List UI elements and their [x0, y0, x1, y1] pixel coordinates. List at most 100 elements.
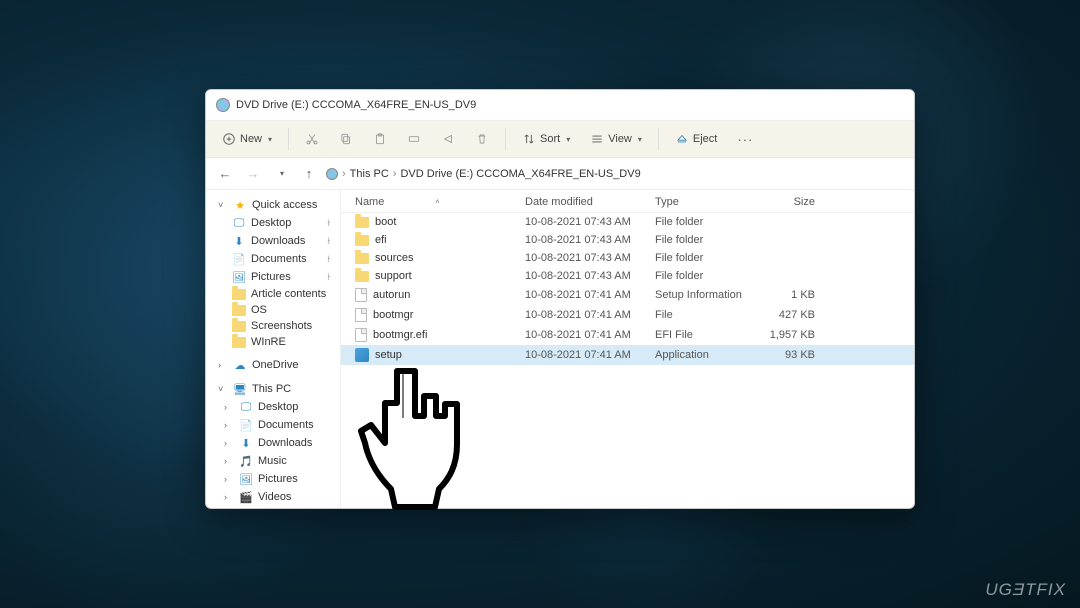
breadcrumb[interactable]: › This PC › DVD Drive (E:) CCCOMA_X64FRE…: [326, 168, 641, 180]
toolbar: New ▾ Sort ▾ View ▾ Eject ···: [206, 120, 914, 158]
sidebar-item-label: Music: [258, 455, 287, 467]
separator: [505, 128, 506, 150]
pin-icon: ⟊: [327, 254, 330, 265]
file-row[interactable]: sources 10-08-2021 07:43 AMFile folder: [341, 249, 914, 267]
file-size: 93 KB: [755, 349, 815, 361]
file-type: Setup Information: [655, 289, 755, 301]
sidebar-item[interactable]: 🖼Pictures⟊: [210, 268, 336, 286]
sidebar-item-label: Videos: [258, 491, 291, 503]
forward-button[interactable]: →: [242, 163, 264, 185]
file-type: File folder: [655, 234, 755, 246]
new-button[interactable]: New ▾: [214, 128, 280, 150]
sidebar-item[interactable]: 📄Documents⟊: [210, 250, 336, 268]
sidebar-item[interactable]: › 🖼 Pictures: [210, 470, 336, 488]
eject-button[interactable]: Eject: [667, 128, 725, 150]
chevron-down-icon: ▾: [638, 135, 642, 144]
sidebar-this-pc[interactable]: ˅ 🖥 This PC: [210, 380, 336, 398]
file-type: File: [655, 309, 755, 321]
downloads-icon: ⬇: [232, 234, 246, 248]
pin-icon: ⟊: [327, 218, 330, 229]
file-date: 10-08-2021 07:41 AM: [525, 349, 655, 361]
file-type: File folder: [655, 252, 755, 264]
pin-icon: ⟊: [327, 236, 330, 247]
recent-button[interactable]: ▾: [270, 163, 292, 185]
sidebar-quick-access[interactable]: ˅ ★ Quick access: [210, 196, 336, 214]
file-row[interactable]: efi10-08-2021 07:43 AMFile folder: [341, 231, 914, 249]
copy-icon: [339, 132, 353, 146]
file-row[interactable]: boot10-08-2021 07:43 AMFile folder: [341, 213, 914, 231]
chevron-down-icon: ▾: [268, 135, 272, 144]
chevron-right-icon: ›: [224, 402, 234, 412]
file-type: Application: [655, 349, 755, 361]
sidebar-item[interactable]: ›🖴Local Disk (C:): [210, 506, 336, 508]
sidebar-item[interactable]: ⬇Downloads⟊: [210, 232, 336, 250]
chevron-right-icon: ›: [224, 492, 234, 502]
disc-icon: [216, 98, 230, 112]
file-row[interactable]: setup10-08-2021 07:41 AMApplication93 KB: [341, 345, 914, 365]
window-title: DVD Drive (E:) CCCOMA_X64FRE_EN-US_DV9: [236, 99, 476, 111]
cut-icon: [305, 132, 319, 146]
copy-button[interactable]: [331, 128, 361, 150]
separator: [658, 128, 659, 150]
chevron-right-icon: ›: [224, 474, 234, 484]
column-name[interactable]: Name: [355, 196, 384, 208]
sidebar-item[interactable]: Screenshots: [210, 318, 336, 334]
sort-button[interactable]: Sort ▾: [514, 128, 578, 150]
sidebar-item-label: WInRE: [251, 336, 286, 348]
up-button[interactable]: ↑: [298, 163, 320, 185]
sort-icon: [522, 132, 536, 146]
sidebar-item[interactable]: ›🎬Videos: [210, 488, 336, 506]
titlebar[interactable]: DVD Drive (E:) CCCOMA_X64FRE_EN-US_DV9: [206, 90, 914, 120]
chevron-down-icon: ˅: [218, 384, 228, 394]
column-type[interactable]: Type: [655, 196, 755, 208]
sidebar-item-label: Desktop: [251, 217, 291, 229]
chevron-right-icon: ›: [224, 438, 234, 448]
file-row[interactable]: bootmgr10-08-2021 07:41 AMFile427 KB: [341, 305, 914, 325]
sidebar-item[interactable]: Article contents: [210, 286, 336, 302]
folder-icon: [232, 289, 246, 300]
sidebar-item[interactable]: ›⬇Downloads: [210, 434, 336, 452]
file-type: File folder: [655, 270, 755, 282]
file-row[interactable]: support10-08-2021 07:43 AMFile folder: [341, 267, 914, 285]
pc-icon: 🖥: [233, 382, 247, 396]
sidebar-item[interactable]: OS: [210, 302, 336, 318]
file-date: 10-08-2021 07:41 AM: [525, 309, 655, 321]
file-date: 10-08-2021 07:43 AM: [525, 252, 655, 264]
pin-icon: ⟊: [327, 272, 330, 283]
more-button[interactable]: ···: [729, 128, 761, 151]
column-headers[interactable]: Name ˄ Date modified Type Size: [341, 190, 914, 213]
sidebar-item[interactable]: ›📄Documents: [210, 416, 336, 434]
file-row[interactable]: autorun10-08-2021 07:41 AMSetup Informat…: [341, 285, 914, 305]
breadcrumb-root[interactable]: This PC: [350, 168, 389, 180]
sidebar-item-label: Desktop: [258, 401, 298, 413]
sort-asc-icon: ˄: [435, 199, 439, 206]
rename-button[interactable]: [399, 128, 429, 150]
sidebar-item-label: OS: [251, 304, 267, 316]
view-button[interactable]: View ▾: [582, 128, 650, 150]
paste-button[interactable]: [365, 128, 395, 150]
sidebar-item-label: Screenshots: [251, 320, 312, 332]
file-name: bootmgr: [373, 309, 413, 321]
paste-icon: [373, 132, 387, 146]
back-button[interactable]: ←: [214, 163, 236, 185]
addressbar: ← → ▾ ↑ › This PC › DVD Drive (E:) CCCOM…: [206, 158, 914, 190]
column-size[interactable]: Size: [755, 196, 815, 208]
breadcrumb-current[interactable]: DVD Drive (E:) CCCOMA_X64FRE_EN-US_DV9: [400, 168, 640, 180]
folder-icon: 🖼: [239, 472, 253, 486]
sidebar-item[interactable]: WInRE: [210, 334, 336, 350]
sidebar-item[interactable]: › 🖵 Desktop: [210, 398, 336, 416]
sidebar-item[interactable]: ›🎵Music: [210, 452, 336, 470]
sidebar-onedrive[interactable]: › ☁ OneDrive: [210, 356, 336, 374]
sidebar-item[interactable]: 🖵Desktop⟊: [210, 214, 336, 232]
folder-icon: [232, 305, 246, 316]
sidebar-item-label: Pictures: [251, 271, 291, 283]
share-button[interactable]: [433, 128, 463, 150]
column-date[interactable]: Date modified: [525, 196, 655, 208]
file-row[interactable]: bootmgr.efi10-08-2021 07:41 AMEFI File1,…: [341, 325, 914, 345]
cut-button[interactable]: [297, 128, 327, 150]
file-name: sources: [375, 252, 414, 264]
delete-button[interactable]: [467, 128, 497, 150]
folder-icon: 🖵: [239, 400, 253, 414]
file-name: bootmgr.efi: [373, 329, 427, 341]
sidebar-item-label: Pictures: [258, 473, 298, 485]
